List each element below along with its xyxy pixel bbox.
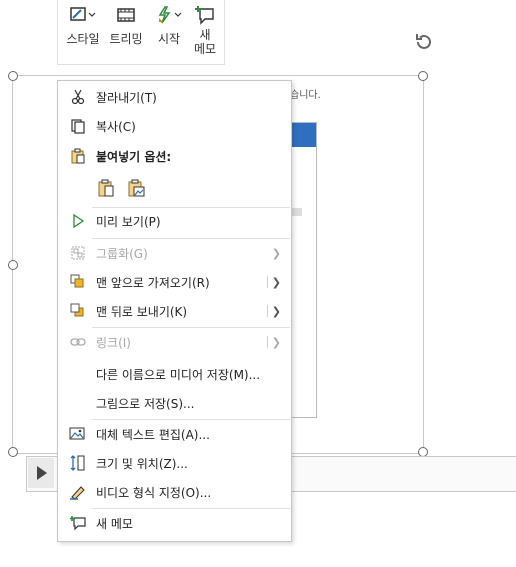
menu-separator (92, 419, 290, 420)
menu-separator (92, 508, 290, 509)
menu-item-send-to-back[interactable]: 맨 뒤로 보내기(K) ❯ (58, 298, 291, 324)
rotate-handle-icon[interactable] (412, 30, 436, 54)
context-menu: 잘라내기(T) 복사(C) 붙여넣기 옵션: 미리 보기(P) 그룹화(G) ❯… (57, 80, 292, 542)
play-outline-icon (68, 211, 88, 231)
start-icon (150, 4, 188, 26)
paste-as-picture-icon[interactable] (126, 178, 146, 198)
trim-icon (106, 4, 146, 26)
menu-item-preview[interactable]: 미리 보기(P) (58, 208, 291, 234)
start-button[interactable]: 시작 (150, 4, 188, 46)
ribbon-panel: 스타일 트리밍 시작 새 메모 (57, 0, 225, 65)
menu-item-link: 링크(I) ❯ (58, 329, 291, 355)
video-thumbnail-scroll (292, 208, 302, 216)
paste-options-row (58, 175, 291, 201)
style-button[interactable]: 스타일 (64, 4, 102, 46)
group-icon (68, 243, 88, 263)
menu-item-group: 그룹화(G) ❯ (58, 240, 291, 266)
menu-item-cut[interactable]: 잘라내기(T) (58, 84, 291, 110)
play-button[interactable] (28, 458, 54, 488)
size-position-icon (68, 453, 88, 473)
new-note-icon (68, 513, 88, 533)
new-note-button[interactable]: 새 메모 (190, 4, 220, 56)
clipboard-icon (68, 146, 88, 166)
chevron-right-icon: ❯ (271, 335, 281, 349)
paste-keep-source-icon[interactable] (96, 178, 116, 198)
new-note-icon (190, 4, 220, 26)
menu-item-save-media-as[interactable]: 다른 이름으로 미디어 저장(M)... (58, 361, 291, 387)
link-icon (68, 332, 88, 352)
format-video-icon (68, 482, 88, 502)
trim-button[interactable]: 트리밍 (106, 4, 146, 46)
menu-item-size-position[interactable]: 크기 및 위치(Z)... (58, 450, 291, 476)
chevron-right-icon: ❯ (271, 246, 281, 260)
alt-text-icon (68, 424, 88, 444)
menu-item-paste-options: 붙여넣기 옵션: (58, 143, 291, 169)
resize-handle-bottom-left[interactable] (8, 447, 18, 457)
document-partial-text: 습니다. (290, 90, 321, 101)
resize-handle-top-middle[interactable] (418, 71, 428, 81)
resize-handle-top-left[interactable] (8, 71, 18, 81)
video-thumbnail-header (289, 123, 316, 147)
video-thumbnail-frame (289, 122, 317, 418)
menu-item-save-as-picture[interactable]: 그림으로 저장(S)... (58, 390, 291, 416)
play-icon (37, 466, 47, 480)
menu-item-copy[interactable]: 복사(C) (58, 113, 291, 139)
chevron-right-icon[interactable]: ❯ (272, 305, 281, 318)
copy-icon (68, 116, 88, 136)
menu-item-format-video[interactable]: 비디오 형식 지정(O)... (58, 479, 291, 505)
menu-separator (92, 238, 290, 239)
menu-item-edit-alt-text[interactable]: 대체 텍스트 편집(A)... (58, 421, 291, 447)
menu-separator (92, 327, 290, 328)
style-icon (64, 4, 102, 26)
scissors-icon (68, 87, 88, 107)
menu-item-new-note[interactable]: 새 메모 (58, 510, 291, 536)
send-to-back-icon (68, 301, 88, 321)
resize-handle-middle-left[interactable] (8, 260, 18, 270)
menu-item-bring-to-front[interactable]: 맨 앞으로 가져오기(R) ❯ (58, 269, 291, 295)
bring-to-front-icon (68, 272, 88, 292)
chevron-right-icon[interactable]: ❯ (272, 276, 281, 289)
